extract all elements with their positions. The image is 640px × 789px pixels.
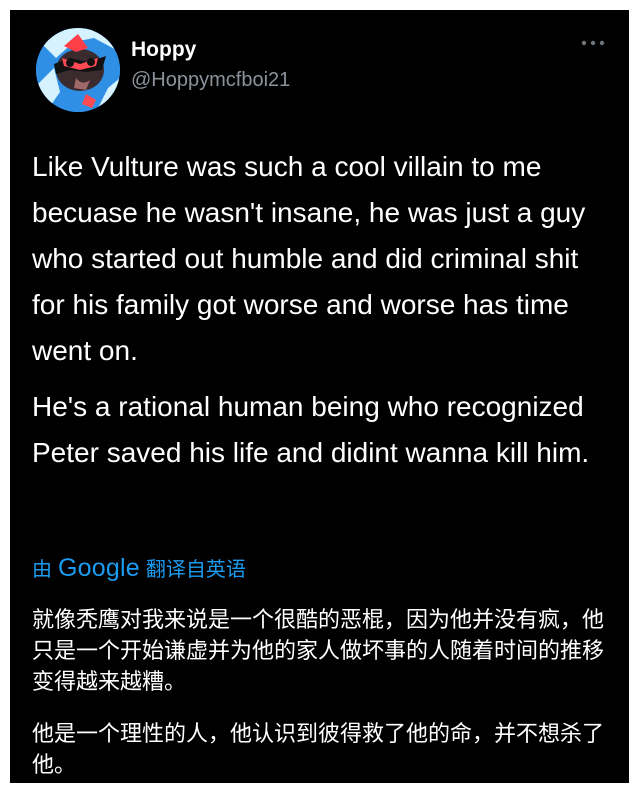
username-handle[interactable]: @Hoppymcfboi21 <box>131 68 290 92</box>
avatar-image <box>36 28 120 112</box>
tweet-card: Hoppy @Hoppymcfboi21 Like Vulture was su… <box>10 10 629 783</box>
google-logo-text: Google <box>58 554 140 582</box>
more-horizontal-icon[interactable] <box>579 36 607 50</box>
more-horizontal-icon-svg <box>581 40 605 46</box>
tweet-paragraph-1: Like Vulture was such a cool villain to … <box>32 151 586 366</box>
translation-attribution[interactable]: 由 Google 翻译自英语 <box>32 553 246 583</box>
tweet-paragraph-2: He's a rational human being who recogniz… <box>32 391 590 468</box>
display-name[interactable]: Hoppy <box>131 37 196 63</box>
translation-by-label: 由 <box>32 559 52 581</box>
translation-source-note: 翻译自英语 <box>145 559 246 581</box>
avatar[interactable] <box>36 28 120 112</box>
translated-paragraph-1: 就像秃鹰对我来说是一个很酷的恶棍，因为他并没有疯，他只是一个开始谦虚并为他的家人… <box>32 607 605 694</box>
translated-paragraph-2: 他是一个理性的人，他认识到彼得救了他的命，并不想杀了他。 <box>32 721 605 777</box>
